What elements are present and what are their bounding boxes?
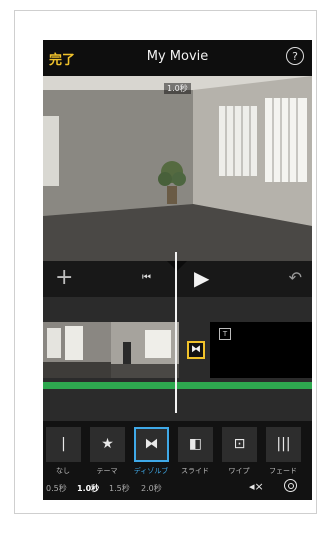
preview-frame-image <box>43 76 312 261</box>
transition-dissolve-button[interactable]: ⧓ <box>134 427 169 462</box>
duration-option[interactable]: 2.0秒 <box>141 483 162 494</box>
video-clip-thumbnail[interactable] <box>43 322 179 378</box>
duration-option[interactable]: 1.5秒 <box>109 483 130 494</box>
transition-marker[interactable]: ⧓ <box>187 341 205 359</box>
project-title: My Movie <box>146 49 209 64</box>
transition-theme-label: テーマ <box>96 467 118 475</box>
timeline[interactable]: ⧓ T <box>43 297 312 421</box>
imovie-screen: 完了 My Movie ? 1.0秒 + ⏮ ▶ ↶ ⧓ T | ★ ⧓ ◧ ⊡… <box>43 40 312 500</box>
help-button[interactable]: ? <box>286 47 304 65</box>
add-media-button[interactable]: + <box>55 265 73 290</box>
transition-options-panel: | ★ ⧓ ◧ ⊡ ||| なし テーマ ディゾルブ スライド ワイプ フェード… <box>43 421 312 500</box>
play-icon[interactable]: ▶ <box>194 266 209 290</box>
gear-icon[interactable] <box>284 479 297 492</box>
transition-none-label: なし <box>56 467 70 475</box>
transition-dissolve-label: ディゾルブ <box>133 467 169 475</box>
duration-option[interactable]: 0.5秒 <box>46 483 67 494</box>
top-bar: 完了 My Movie ? <box>43 40 312 76</box>
clip-thumbnail-image <box>43 322 179 378</box>
timecode-label: 1.0秒 <box>164 83 191 94</box>
transition-slide-label: スライド <box>181 467 209 475</box>
playhead-line <box>175 252 177 413</box>
volume-mute-icon[interactable]: ◂× <box>249 480 264 493</box>
video-preview: 1.0秒 <box>43 76 312 261</box>
duration-option[interactable]: 1.0秒 <box>77 483 99 494</box>
transition-wipe-label: ワイプ <box>228 467 250 475</box>
audio-track[interactable] <box>43 382 312 389</box>
transition-fade-label: フェード <box>269 467 297 475</box>
undo-icon[interactable]: ↶ <box>289 268 302 287</box>
transition-fade-button[interactable]: ||| <box>266 427 301 462</box>
skip-back-icon[interactable]: ⏮ <box>142 272 151 283</box>
transition-slide-button[interactable]: ◧ <box>178 427 213 462</box>
title-clip[interactable]: T <box>210 322 312 378</box>
transition-wipe-button[interactable]: ⊡ <box>222 427 257 462</box>
playhead-marker <box>167 261 187 271</box>
transition-theme-button[interactable]: ★ <box>90 427 125 462</box>
title-badge: T <box>219 328 231 340</box>
transition-none-button[interactable]: | <box>46 427 81 462</box>
